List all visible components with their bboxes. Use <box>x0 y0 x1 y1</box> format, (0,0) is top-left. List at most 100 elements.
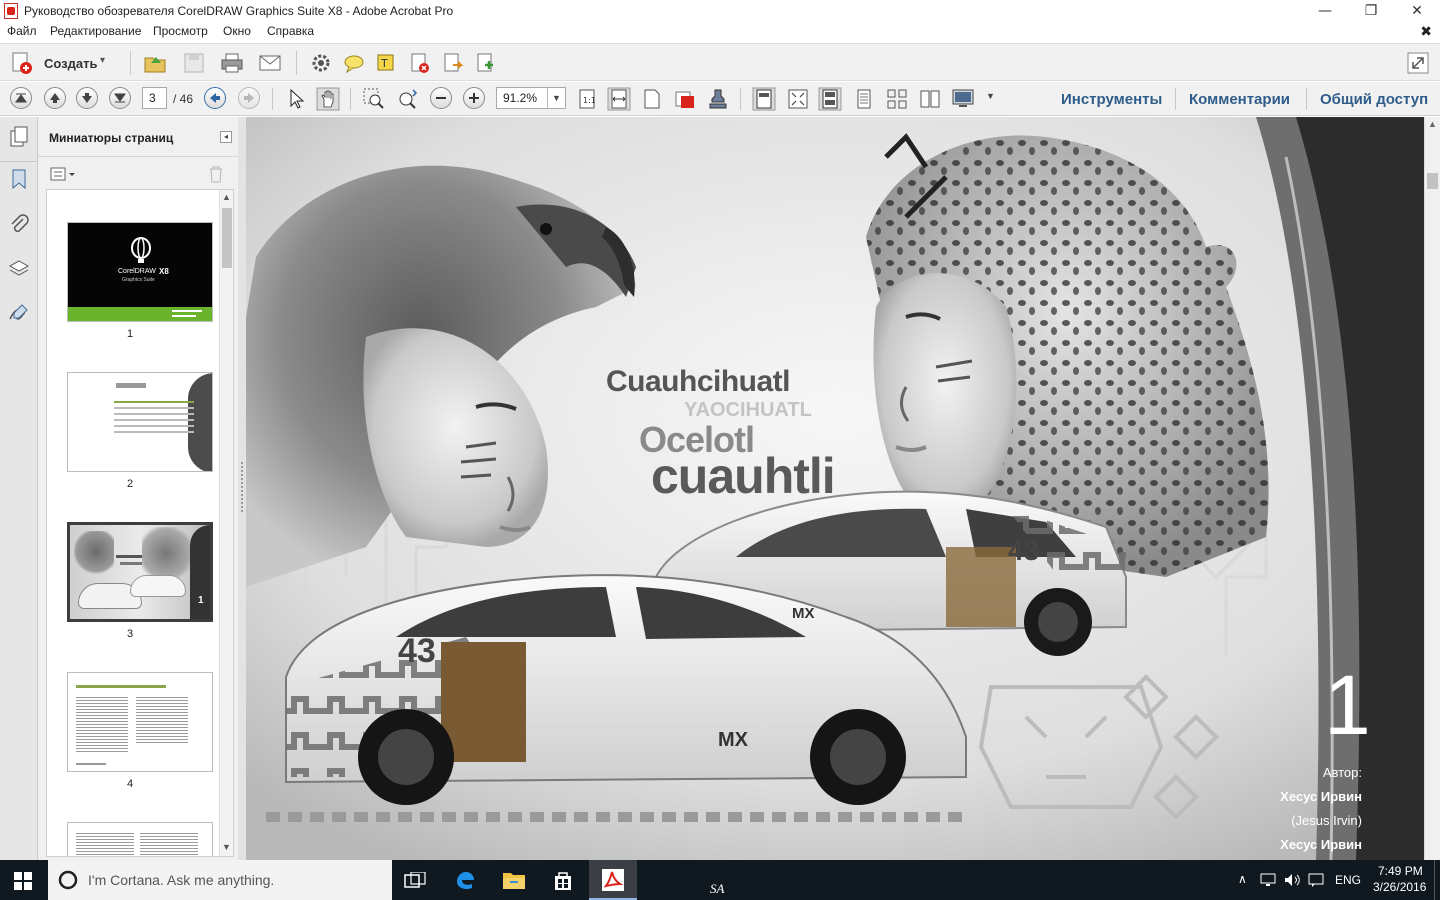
zoom-out-button[interactable] <box>430 87 452 109</box>
panel-splitter[interactable] <box>238 117 246 860</box>
last-page-button[interactable] <box>109 87 131 109</box>
task-view-icon[interactable] <box>404 872 426 890</box>
thumbnails-list[interactable]: CorelDRAW X8 Graphics Suite 1 2 1 3 4 ▲ … <box>46 189 234 857</box>
scroll-thumb[interactable] <box>222 208 232 268</box>
zoom-select[interactable]: 91.2% ▼ <box>496 87 566 109</box>
store-icon[interactable] <box>552 869 574 891</box>
first-page-button[interactable] <box>10 87 32 109</box>
signature-icon[interactable] <box>7 301 31 325</box>
gear-icon[interactable] <box>309 51 333 75</box>
svg-text:T: T <box>380 57 388 70</box>
close-button[interactable]: ✕ <box>1394 0 1440 22</box>
thumbnail-dark-curve <box>188 373 212 471</box>
stamp-icon[interactable] <box>706 87 730 111</box>
email-icon[interactable] <box>258 51 282 75</box>
network-icon[interactable] <box>1260 873 1278 887</box>
thumbnail-band-text-line <box>172 310 202 312</box>
attachment-icon[interactable] <box>7 213 31 237</box>
trash-icon[interactable] <box>208 165 224 183</box>
pdf-stack-icon[interactable] <box>673 87 697 111</box>
show-desktop-button[interactable] <box>1434 860 1440 900</box>
windows-start-icon[interactable] <box>14 872 32 890</box>
thumbnail-number-1: 1 <box>126 328 134 340</box>
full-screen-icon[interactable] <box>786 87 810 111</box>
next-page-button[interactable] <box>76 87 98 109</box>
tray-chevron-up-icon[interactable]: ∧ <box>1238 872 1247 886</box>
menu-window[interactable]: Окно <box>223 24 251 38</box>
thumbnail-page-3[interactable]: 1 <box>67 522 213 622</box>
menu-file[interactable]: Файл <box>7 24 37 38</box>
menu-edit[interactable]: Редактирование <box>50 24 141 38</box>
thumbnails-scrollbar[interactable]: ▲ ▼ <box>219 190 233 856</box>
maximize-button[interactable]: ❐ <box>1348 0 1394 22</box>
collapse-panel-icon[interactable]: ◂ <box>220 131 232 143</box>
scroll-up-icon[interactable]: ▲ <box>1428 119 1437 129</box>
scrolling-view-icon[interactable] <box>852 87 876 111</box>
close-document-icon[interactable]: ✖ <box>1420 23 1432 40</box>
delete-page-icon[interactable] <box>408 51 432 75</box>
page-thumbnails-icon[interactable] <box>7 125 31 149</box>
zoom-in-button[interactable] <box>463 87 485 109</box>
menu-view[interactable]: Просмотр <box>153 24 208 38</box>
acrobat-taskbar-button[interactable] <box>589 860 637 900</box>
grid-view-icon[interactable] <box>885 87 909 111</box>
comments-tab[interactable]: Комментарии <box>1189 91 1290 108</box>
print-icon[interactable] <box>220 51 244 75</box>
forward-button[interactable] <box>238 87 260 109</box>
volume-icon[interactable] <box>1284 873 1302 887</box>
tray-time[interactable]: 7:49 PM <box>1378 864 1423 878</box>
dynamic-zoom-icon[interactable] <box>396 87 420 111</box>
fit-width-icon[interactable] <box>607 87 631 111</box>
edge-browser-icon[interactable] <box>454 869 476 891</box>
chevron-down-icon[interactable]: ▼ <box>986 91 995 101</box>
minimize-button[interactable]: — <box>1302 0 1348 22</box>
thumbnail-title-line <box>116 555 142 558</box>
hand-tool-icon[interactable] <box>316 87 340 111</box>
thumbnail-page-2[interactable] <box>67 372 213 472</box>
marquee-zoom-icon[interactable] <box>362 87 386 111</box>
arrow-up-icon <box>50 93 60 103</box>
export-page-icon[interactable] <box>441 51 465 75</box>
book-view-icon[interactable] <box>918 87 942 111</box>
scroll-up-icon[interactable]: ▲ <box>222 192 231 202</box>
create-button[interactable]: Создать ▾ <box>10 51 120 75</box>
prev-page-button[interactable] <box>44 87 66 109</box>
highlight-text-icon[interactable]: T <box>375 51 399 75</box>
scroll-thumb[interactable] <box>1427 173 1438 189</box>
open-folder-icon[interactable] <box>143 51 167 75</box>
thumbnail-car-art <box>130 575 186 597</box>
thumbnail-logo-text: CorelDRAW <box>118 268 156 275</box>
cortana-search-box[interactable]: I'm Cortana. Ask me anything. <box>48 860 392 900</box>
save-icon[interactable] <box>182 51 206 75</box>
toolbar-separator <box>296 51 297 75</box>
tray-language[interactable]: ENG <box>1335 873 1361 887</box>
actual-size-icon[interactable]: 1:1 <box>575 87 599 111</box>
thumbnail-page-4[interactable] <box>67 672 213 772</box>
insert-page-icon[interactable] <box>474 51 498 75</box>
rear-car-number: 43 <box>1008 535 1040 566</box>
file-explorer-icon[interactable] <box>502 870 526 890</box>
options-menu-icon[interactable] <box>50 166 76 182</box>
fit-page-icon[interactable] <box>640 87 664 111</box>
back-button[interactable] <box>204 87 226 109</box>
document-scrollbar[interactable]: ▲ <box>1424 117 1440 860</box>
single-page-view-icon[interactable] <box>752 87 776 111</box>
two-page-view-icon[interactable] <box>818 87 842 111</box>
monitor-icon[interactable] <box>951 87 975 111</box>
bookmark-icon[interactable] <box>7 167 31 191</box>
rear-car-tag: MX <box>792 605 815 622</box>
layers-icon[interactable] <box>7 257 31 281</box>
thumbnail-page-5[interactable] <box>67 822 213 856</box>
comment-icon[interactable] <box>342 51 366 75</box>
thumbnail-page-1[interactable]: CorelDRAW X8 Graphics Suite <box>67 222 213 322</box>
scroll-down-icon[interactable]: ▼ <box>222 842 231 852</box>
tools-tab[interactable]: Инструменты <box>1061 91 1162 108</box>
notification-message-icon[interactable] <box>1308 873 1324 887</box>
page-number-input[interactable]: 3 <box>142 87 167 109</box>
share-tab[interactable]: Общий доступ <box>1320 91 1428 108</box>
tray-date[interactable]: 3/26/2016 <box>1373 880 1426 894</box>
menu-help[interactable]: Справка <box>267 24 314 38</box>
document-view[interactable]: Cuauhcihuatl YAOCIHUATL Ocelotl cuauhtli… <box>246 117 1424 860</box>
select-cursor-icon[interactable] <box>284 87 308 111</box>
expand-view-icon[interactable] <box>1406 51 1430 75</box>
